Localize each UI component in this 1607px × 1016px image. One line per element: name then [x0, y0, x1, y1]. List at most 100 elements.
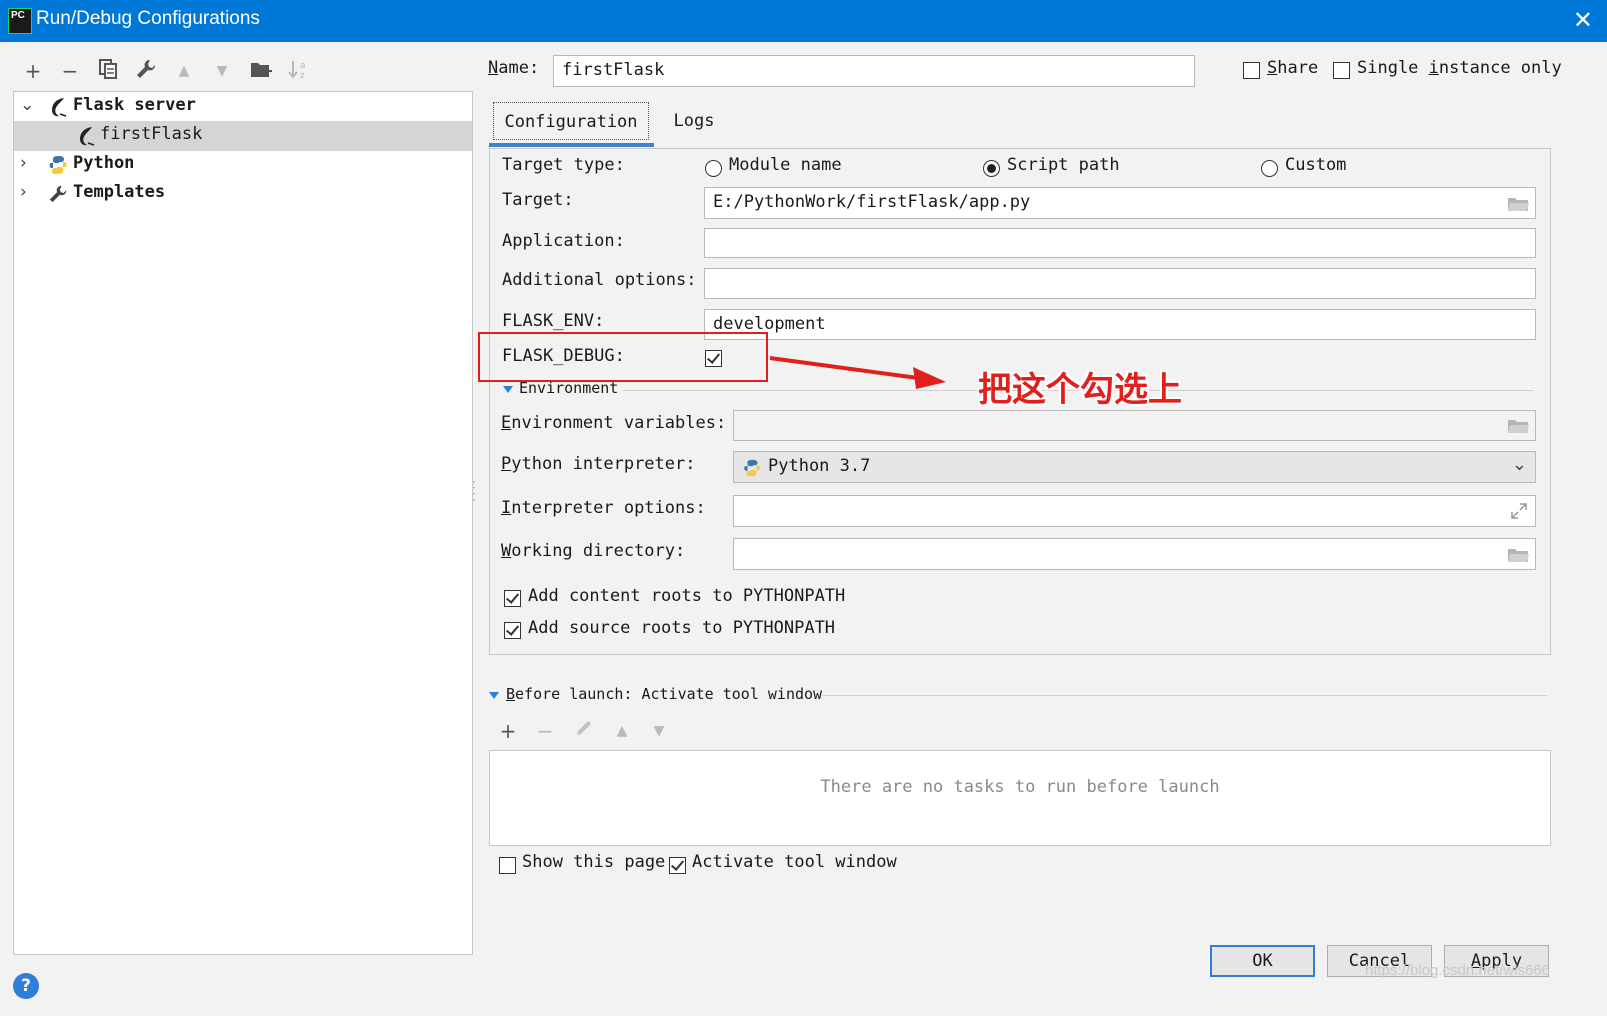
- watermark: https://blog.csdn.net/wls666: [1365, 962, 1551, 979]
- copy-icon: [99, 59, 117, 79]
- section-divider: [822, 695, 1547, 696]
- activate-tool-window-checkbox[interactable]: [669, 857, 686, 874]
- tree-item-label: firstFlask: [100, 124, 203, 144]
- move-up-button[interactable]: ▲: [171, 58, 197, 84]
- tree-item-label: Templates: [73, 182, 166, 202]
- configuration-tree[interactable]: ⌄ Flask server firstFlask › Python › Tem…: [13, 91, 473, 955]
- before-launch-task-list[interactable]: There are no tasks to run before launch: [489, 750, 1551, 846]
- close-icon[interactable]: ✕: [1573, 6, 1593, 34]
- add-source-roots-label: Add source roots to PYTHONPATH: [528, 618, 836, 638]
- move-down-button[interactable]: ▼: [209, 58, 235, 84]
- tree-item-flask-server[interactable]: ⌄ Flask server: [14, 92, 472, 122]
- add-source-roots-checkbox[interactable]: [504, 622, 521, 639]
- folder-browse-icon[interactable]: [1507, 418, 1529, 434]
- single-instance-checkbox[interactable]: [1333, 62, 1350, 79]
- edit-defaults-button[interactable]: [133, 58, 159, 84]
- application-label: Application:: [502, 231, 625, 251]
- chevron-down-icon: ⌄: [1511, 454, 1527, 475]
- radio-custom[interactable]: [1261, 160, 1278, 177]
- annotation-text: 把这个勾选上: [978, 370, 1182, 410]
- annotation-highlight-box: [478, 332, 768, 382]
- chevron-down-icon[interactable]: ⌄: [20, 95, 34, 115]
- flask-icon: [52, 98, 67, 117]
- pycharm-app-icon: PC: [8, 8, 32, 34]
- wrench-icon: [49, 185, 67, 203]
- expand-icon[interactable]: [1510, 502, 1528, 520]
- tab-logs[interactable]: Logs: [660, 102, 728, 140]
- share-checkbox[interactable]: [1243, 62, 1260, 79]
- pencil-icon: [577, 721, 591, 735]
- flask-env-label: FLASK_ENV:: [502, 311, 605, 331]
- remove-configuration-button[interactable]: −: [57, 58, 83, 84]
- expand-triangle-icon[interactable]: [503, 386, 513, 393]
- radio-module-name-label: Module name: [729, 155, 842, 175]
- svg-text:z: z: [300, 71, 305, 80]
- sort-configurations-button[interactable]: az: [286, 58, 312, 84]
- title-bar: PC Run/Debug Configurations ✕: [0, 0, 1607, 42]
- target-type-label: Target type:: [502, 155, 625, 175]
- folder-browse-icon[interactable]: [1507, 547, 1529, 563]
- target-label: Target:: [502, 190, 574, 210]
- interpreter-options-input[interactable]: [733, 495, 1536, 527]
- radio-script-path-label: Script path: [1007, 155, 1120, 175]
- additional-options-label: Additional options:: [502, 270, 697, 290]
- chevron-right-icon[interactable]: ›: [20, 153, 27, 173]
- name-label: Name:: [488, 58, 540, 78]
- svg-text:a: a: [300, 61, 306, 71]
- flask-env-input[interactable]: development: [704, 309, 1536, 340]
- radio-script-path[interactable]: [983, 160, 1000, 177]
- new-folder-icon: [251, 63, 272, 77]
- window-title: Run/Debug Configurations: [36, 8, 260, 29]
- tree-item-label: Python: [73, 153, 135, 173]
- single-instance-label: Single instance only: [1357, 58, 1562, 78]
- tab-configuration[interactable]: Configuration: [493, 102, 649, 140]
- target-input[interactable]: E:/PythonWork/firstFlask/app.py: [704, 187, 1536, 219]
- python-interpreter-dropdown[interactable]: Python 3.7 ⌄: [733, 451, 1536, 483]
- wrench-icon: [137, 59, 156, 78]
- tree-item-firstflask[interactable]: firstFlask: [14, 121, 472, 151]
- name-input[interactable]: firstFlask: [553, 55, 1195, 87]
- show-this-page-checkbox[interactable]: [499, 857, 516, 874]
- add-task-button[interactable]: +: [495, 718, 521, 744]
- env-vars-input[interactable]: [733, 410, 1536, 441]
- move-task-up-button[interactable]: ▲: [609, 718, 635, 744]
- python-icon: [49, 156, 67, 174]
- share-label: Share: [1267, 58, 1319, 78]
- radio-custom-label: Custom: [1285, 155, 1347, 175]
- remove-task-button[interactable]: −: [532, 718, 558, 744]
- chevron-right-icon[interactable]: ›: [20, 182, 27, 202]
- move-task-down-button[interactable]: ▼: [646, 718, 672, 744]
- add-content-roots-checkbox[interactable]: [504, 590, 521, 607]
- working-directory-label: Working directory:: [501, 541, 686, 561]
- additional-options-input[interactable]: [704, 268, 1536, 299]
- tree-item-label: Flask server: [73, 95, 196, 115]
- empty-tasks-message: There are no tasks to run before launch: [820, 777, 1220, 797]
- application-input[interactable]: [704, 228, 1536, 258]
- python-icon: [744, 459, 760, 477]
- activate-tool-window-label: Activate tool window: [692, 852, 897, 872]
- interpreter-options-label: Interpreter options:: [501, 498, 706, 518]
- ok-button[interactable]: OK: [1210, 945, 1315, 977]
- add-content-roots-label: Add content roots to PYTHONPATH: [528, 586, 846, 606]
- splitter-handle[interactable]: · · · ·: [471, 478, 477, 510]
- env-vars-label: Environment variables:: [501, 413, 727, 433]
- folder-browse-icon[interactable]: [1507, 196, 1529, 212]
- python-interpreter-label: Python interpreter:: [501, 454, 696, 474]
- tree-item-python[interactable]: › Python: [14, 150, 472, 180]
- flask-icon: [80, 127, 95, 146]
- tree-item-templates[interactable]: › Templates: [14, 179, 472, 209]
- expand-triangle-icon[interactable]: [489, 692, 499, 699]
- sort-alpha-icon: az: [288, 61, 306, 81]
- before-launch-header: Before launch: Activate tool window: [506, 685, 823, 703]
- show-this-page-label: Show this page: [522, 852, 666, 872]
- python-interpreter-value: Python 3.7: [768, 456, 871, 476]
- help-button[interactable]: ?: [13, 973, 39, 999]
- add-configuration-button[interactable]: +: [20, 58, 46, 84]
- new-folder-button[interactable]: [248, 58, 274, 84]
- radio-module-name[interactable]: [705, 160, 722, 177]
- copy-configuration-button[interactable]: [95, 58, 121, 84]
- working-directory-input[interactable]: [733, 538, 1536, 570]
- tab-active-indicator: [489, 143, 654, 147]
- annotation-arrow: [769, 356, 946, 389]
- edit-task-button[interactable]: [571, 718, 597, 744]
